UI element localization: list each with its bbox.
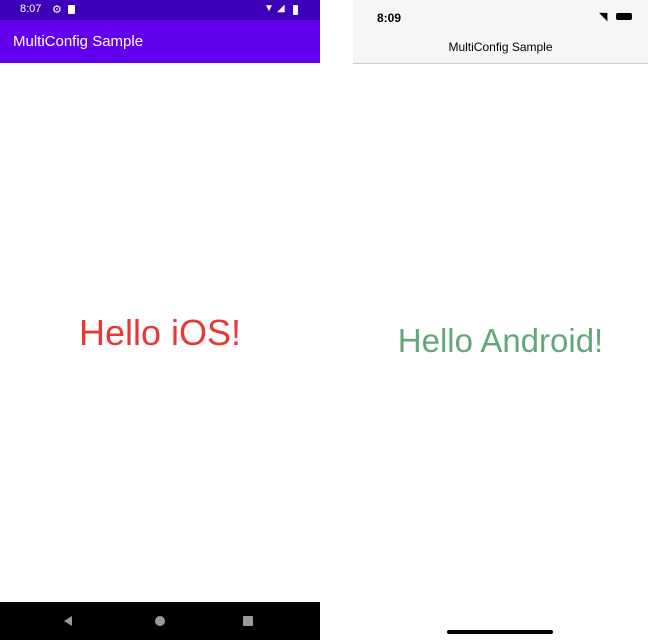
home-icon[interactable] — [155, 616, 165, 626]
sim-card-icon — [68, 5, 75, 14]
greeting-label: Hello iOS! — [78, 312, 242, 353]
nav-title: MultiConfig Sample — [448, 40, 553, 54]
signal-icon: ◢ — [277, 3, 285, 14]
battery-icon — [293, 5, 298, 15]
recents-icon[interactable] — [243, 616, 253, 626]
status-time: 8:09 — [377, 11, 402, 25]
ios-navigation-bar: 8:09 ◥ MultiConfig Sample — [353, 0, 648, 64]
greeting-label: Hello Android! — [397, 322, 604, 359]
toolbar-title: MultiConfig Sample — [13, 33, 144, 50]
battery-icon — [616, 13, 632, 20]
android-status-bar: 8:07 ⚙ ▼ ◢ — [0, 0, 320, 20]
wifi-icon: ▼ — [264, 3, 274, 14]
home-indicator[interactable] — [447, 630, 553, 634]
wifi-icon: ◥ — [599, 11, 608, 23]
gear-icon: ⚙ — [52, 4, 62, 16]
ios-screen: 8:09 ◥ MultiConfig Sample Hello Android! — [353, 0, 648, 640]
status-time: 8:07 — [20, 3, 42, 15]
android-toolbar: MultiConfig Sample — [0, 20, 320, 63]
android-screen: 8:07 ⚙ ▼ ◢ MultiConfig Sample Hello iOS! — [0, 0, 320, 640]
back-icon[interactable] — [64, 616, 72, 626]
android-nav-bar — [0, 602, 320, 640]
